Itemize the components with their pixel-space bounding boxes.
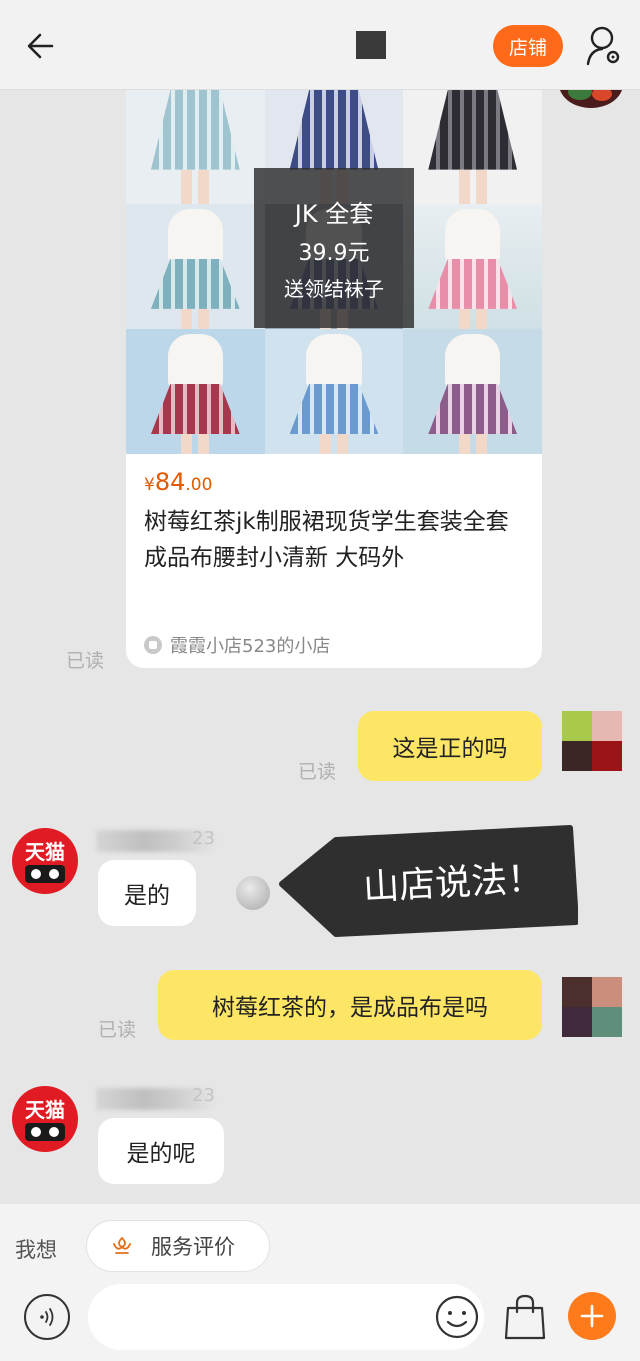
tmall-cat-icon [25,865,65,883]
product-price: ¥84.00 [144,468,213,496]
bag-icon [504,1294,546,1340]
product-card[interactable]: JK 全套 39.9元 送领结袜子 ¥84.00 树莓红茶jk制服裙现货学生套装… [126,90,542,668]
product-shop[interactable]: 霞霞小店523的小店 [144,632,330,658]
voice-button[interactable] [24,1294,70,1340]
flower-icon [113,1237,131,1254]
message-input[interactable] [88,1284,484,1350]
read-status: 已读 [66,650,105,672]
voice-icon [40,1308,54,1326]
product-image: JK 全套 39.9元 送领结袜子 [126,90,542,454]
back-button[interactable] [22,26,62,66]
bottom-bar: 我想 服务评价 [0,1204,640,1361]
my-avatar[interactable] [562,711,622,771]
promo-overlay: JK 全套 39.9元 送领结袜子 [254,168,414,328]
promo-line-1: JK 全套 [294,200,374,228]
my-message-bubble[interactable]: 这是正的吗 [358,711,542,781]
sender-name-suffix: 23 [192,828,215,849]
chat-title-redacted [356,31,386,59]
grey-ball-decoration [236,876,270,910]
emoji-button[interactable] [434,1294,480,1340]
emoji-icon [435,1295,479,1339]
shop-avatar[interactable]: 天猫 [12,1086,78,1152]
shop-avatar[interactable]: 天猫 [12,828,78,894]
want-label: 我想 [15,1238,57,1262]
tmall-logo-text: 天猫 [25,840,65,864]
service-rating-label: 服务评价 [151,1235,235,1259]
shop-message-bubble[interactable]: 是的 [98,860,196,926]
my-avatar[interactable] [562,977,622,1037]
product-title: 树莓红茶jk制服裙现货学生套装全套成品布腰封小清新 大码外 [144,509,509,571]
bag-button[interactable] [502,1292,548,1342]
tmall-logo-text: 天猫 [25,1098,65,1122]
plus-icon [580,1304,604,1328]
tmall-cat-icon [25,1123,65,1141]
service-rating-chip[interactable]: 服务评价 [86,1220,270,1272]
user-settings-icon [586,26,620,66]
plus-button[interactable] [568,1292,616,1340]
partial-avatar [556,90,626,110]
shop-message-bubble[interactable]: 是的呢 [98,1118,224,1184]
read-status: 已读 [298,761,337,783]
shop-icon [144,636,162,654]
shop-button[interactable]: 店铺 [493,25,563,67]
my-message-bubble[interactable]: 树莓红茶的，是成品布是吗 [158,970,542,1040]
promo-line-3: 送领结袜子 [284,277,384,301]
back-arrow-icon [27,33,54,59]
callout-sticker: 山店说法！ [278,824,578,938]
user-settings-button[interactable] [584,24,624,68]
sender-name-suffix: 23 [192,1085,215,1106]
read-status: 已读 [98,1019,137,1041]
chat-header: 店铺 [0,0,640,90]
promo-line-2: 39.9元 [298,241,370,266]
shop-name: 霞霞小店523的小店 [170,636,331,657]
